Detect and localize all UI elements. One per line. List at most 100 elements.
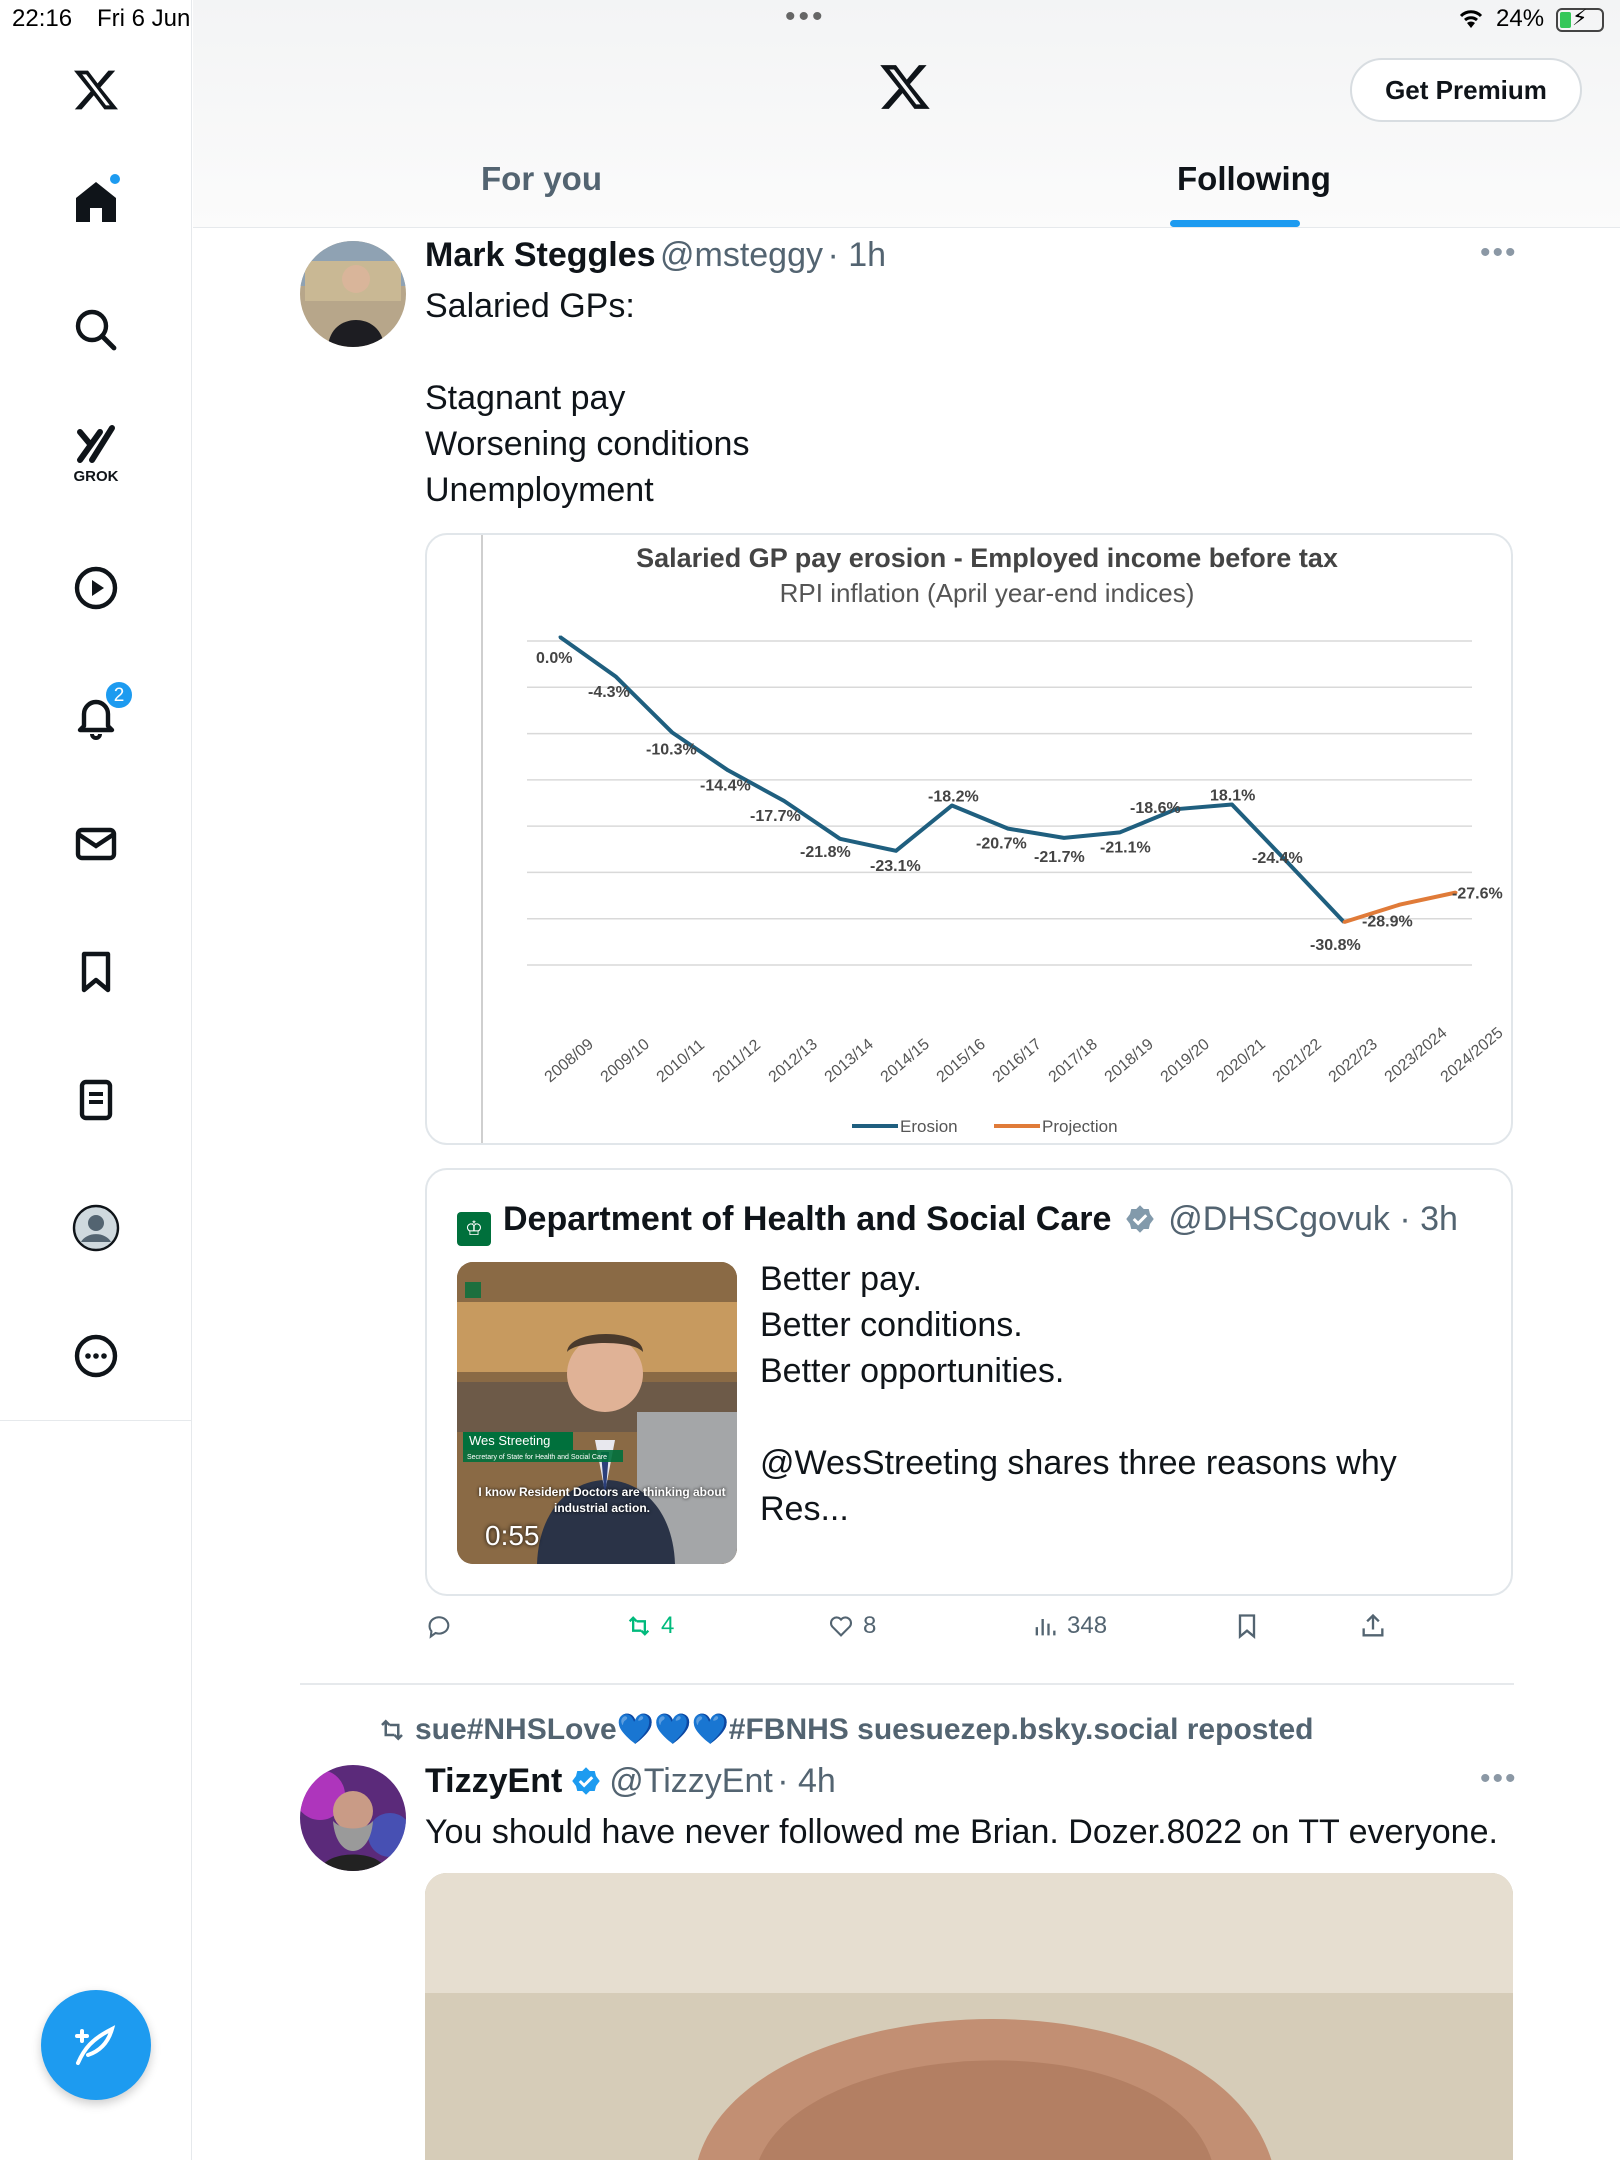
chart-point: [838, 837, 842, 841]
quote-author-handle[interactable]: @DHSCgovuk: [1168, 1200, 1390, 1238]
repost-count: 4: [661, 1612, 675, 1639]
chart-x-tick-label: 2015/16: [934, 1036, 989, 1086]
quote-post-text: Better pay. Better conditions. Better op…: [760, 1260, 1397, 1528]
views-button[interactable]: 348: [1031, 1612, 1107, 1640]
profile-avatar-icon[interactable]: [60, 1192, 132, 1264]
home-notification-dot: [108, 172, 122, 186]
video-caption-sub: Secretary of State for Health and Social…: [467, 1454, 607, 1461]
like-heart-icon: [829, 1616, 853, 1637]
notifications-badge: 2: [104, 680, 134, 710]
author-handle[interactable]: @msteggy: [660, 236, 823, 274]
post-time[interactable]: · 4h: [777, 1762, 836, 1800]
video-play-icon[interactable]: [60, 552, 132, 624]
post-more-icon[interactable]: •••: [1480, 236, 1518, 270]
bookmark-button[interactable]: [1233, 1612, 1261, 1640]
messages-envelope-icon[interactable]: [60, 808, 132, 880]
quote-author-name[interactable]: Department of Health and Social Care: [503, 1200, 1111, 1238]
post-video[interactable]: [425, 1873, 1513, 2160]
chart-data-label: -23.1%: [870, 858, 921, 875]
views-chart-icon: [1035, 1619, 1056, 1636]
chart-x-tick-label: 2016/17: [990, 1036, 1045, 1086]
chart-data-label: -18.6%: [1130, 800, 1181, 817]
chart-point: [614, 675, 618, 679]
bookmarks-icon[interactable]: [60, 936, 132, 1008]
chart-x-tick-label: 2020/21: [1214, 1036, 1269, 1086]
x-logo-icon[interactable]: [878, 60, 932, 119]
chart-data-label: -20.7%: [976, 836, 1027, 853]
reply-button[interactable]: [425, 1612, 453, 1640]
chart-point: [782, 799, 786, 803]
chart-data-label: -10.3%: [646, 741, 697, 758]
video-duration: 0:55: [485, 1520, 540, 1551]
quote-post-time[interactable]: · 3h: [1399, 1200, 1458, 1238]
chart-x-tick-label: 2017/18: [1046, 1036, 1101, 1086]
quoted-post[interactable]: ♔ Department of Health and Social Care @D…: [425, 1168, 1513, 1596]
avatar[interactable]: [300, 241, 406, 347]
post-text: You should have never followed me Brian.…: [425, 1813, 1498, 1851]
chart-point: [1062, 836, 1066, 840]
multitasking-dots-icon[interactable]: •••: [785, 0, 826, 34]
grok-label: GROK: [73, 468, 119, 485]
chart-x-tick-label: 2008/09: [542, 1036, 597, 1086]
views-count: 348: [1067, 1612, 1108, 1639]
author-name[interactable]: TizzyEnt: [425, 1762, 562, 1800]
status-bar: 22:16 Fri 6 Jun ••• 24% ⚡: [0, 0, 1620, 40]
active-tab-indicator: [1170, 220, 1300, 227]
chart-data-label: -28.9%: [1362, 914, 1413, 931]
post-divider: [300, 1683, 1514, 1685]
chart-point: [726, 768, 730, 772]
tab-following[interactable]: Following: [1177, 160, 1331, 198]
author-name[interactable]: Mark Steggles: [425, 236, 656, 274]
chart-x-tick-label: 2024/2025: [1438, 1024, 1507, 1086]
tab-for-you[interactable]: For you: [481, 160, 602, 198]
battery-percent: 24%: [1496, 5, 1545, 32]
avatar[interactable]: [300, 1765, 406, 1871]
chart-x-tick-label: 2009/10: [598, 1036, 653, 1086]
chart-legend-label: Erosion: [900, 1117, 958, 1136]
chart-x-tick-label: 2022/23: [1326, 1036, 1381, 1086]
like-button[interactable]: 8: [827, 1612, 876, 1640]
repost-icon: [381, 1719, 403, 1741]
chart-x-tick-label: 2019/20: [1158, 1036, 1213, 1086]
post-time[interactable]: · 1h: [827, 236, 886, 274]
chart-x-tick-label: 2021/22: [1270, 1036, 1325, 1086]
notifications-bell-icon[interactable]: 2: [60, 680, 134, 752]
chart-data-label: -30.8%: [1310, 937, 1361, 954]
verified-badge-icon: [1126, 1205, 1154, 1233]
like-count: 8: [863, 1612, 877, 1639]
status-date: Fri 6 Jun: [97, 5, 191, 32]
get-premium-button[interactable]: Get Premium: [1350, 58, 1582, 122]
chart-svg: Salaried GP pay erosion - Employed incom…: [481, 535, 1507, 1143]
home-icon[interactable]: [60, 166, 132, 238]
repost-button[interactable]: 4: [625, 1612, 674, 1640]
more-options-icon[interactable]: [60, 1320, 132, 1392]
search-icon[interactable]: [60, 294, 132, 366]
chart-data-label: -24.4%: [1252, 850, 1303, 867]
chart-point: [894, 849, 898, 853]
chart-image[interactable]: Salaried GP pay erosion - Employed incom…: [425, 533, 1513, 1145]
chart-title: Salaried GP pay erosion - Employed incom…: [636, 543, 1338, 573]
chart-point: [1342, 920, 1346, 924]
chart-data-label: -21.1%: [1100, 839, 1151, 856]
repost-context[interactable]: sue#NHSLove💙💙💙#FBNHS suesuezep.bsky.soci…: [377, 1712, 1313, 1747]
chart-data-label: -21.8%: [800, 844, 851, 861]
reply-icon: [428, 1616, 450, 1639]
chart-data-label: 0.0%: [536, 650, 572, 667]
chart-data-label: -4.3%: [588, 684, 630, 701]
lists-icon[interactable]: [60, 1064, 132, 1136]
chart-subtitle: RPI inflation (April year-end indices): [780, 578, 1195, 608]
author-handle[interactable]: @TizzyEnt: [609, 1762, 773, 1800]
x-logo-icon[interactable]: [60, 54, 132, 126]
compose-post-button[interactable]: [41, 1990, 151, 2100]
video-thumbnail[interactable]: Wes Streeting Secretary of State for Hea…: [457, 1262, 737, 1564]
chart-x-tick-label: 2011/12: [710, 1037, 764, 1087]
chart-legend-label: Projection: [1042, 1117, 1118, 1136]
post-more-icon[interactable]: •••: [1480, 1762, 1518, 1796]
post-actions: 4 8 348: [425, 1612, 1525, 1656]
grok-icon[interactable]: GROK: [60, 418, 132, 490]
chart-data-label: -14.4%: [700, 777, 751, 794]
share-button[interactable]: [1359, 1612, 1387, 1640]
chart-point: [1006, 827, 1010, 831]
repost-icon: [628, 1616, 650, 1636]
video-caption-name: Wes Streeting: [469, 1433, 550, 1448]
